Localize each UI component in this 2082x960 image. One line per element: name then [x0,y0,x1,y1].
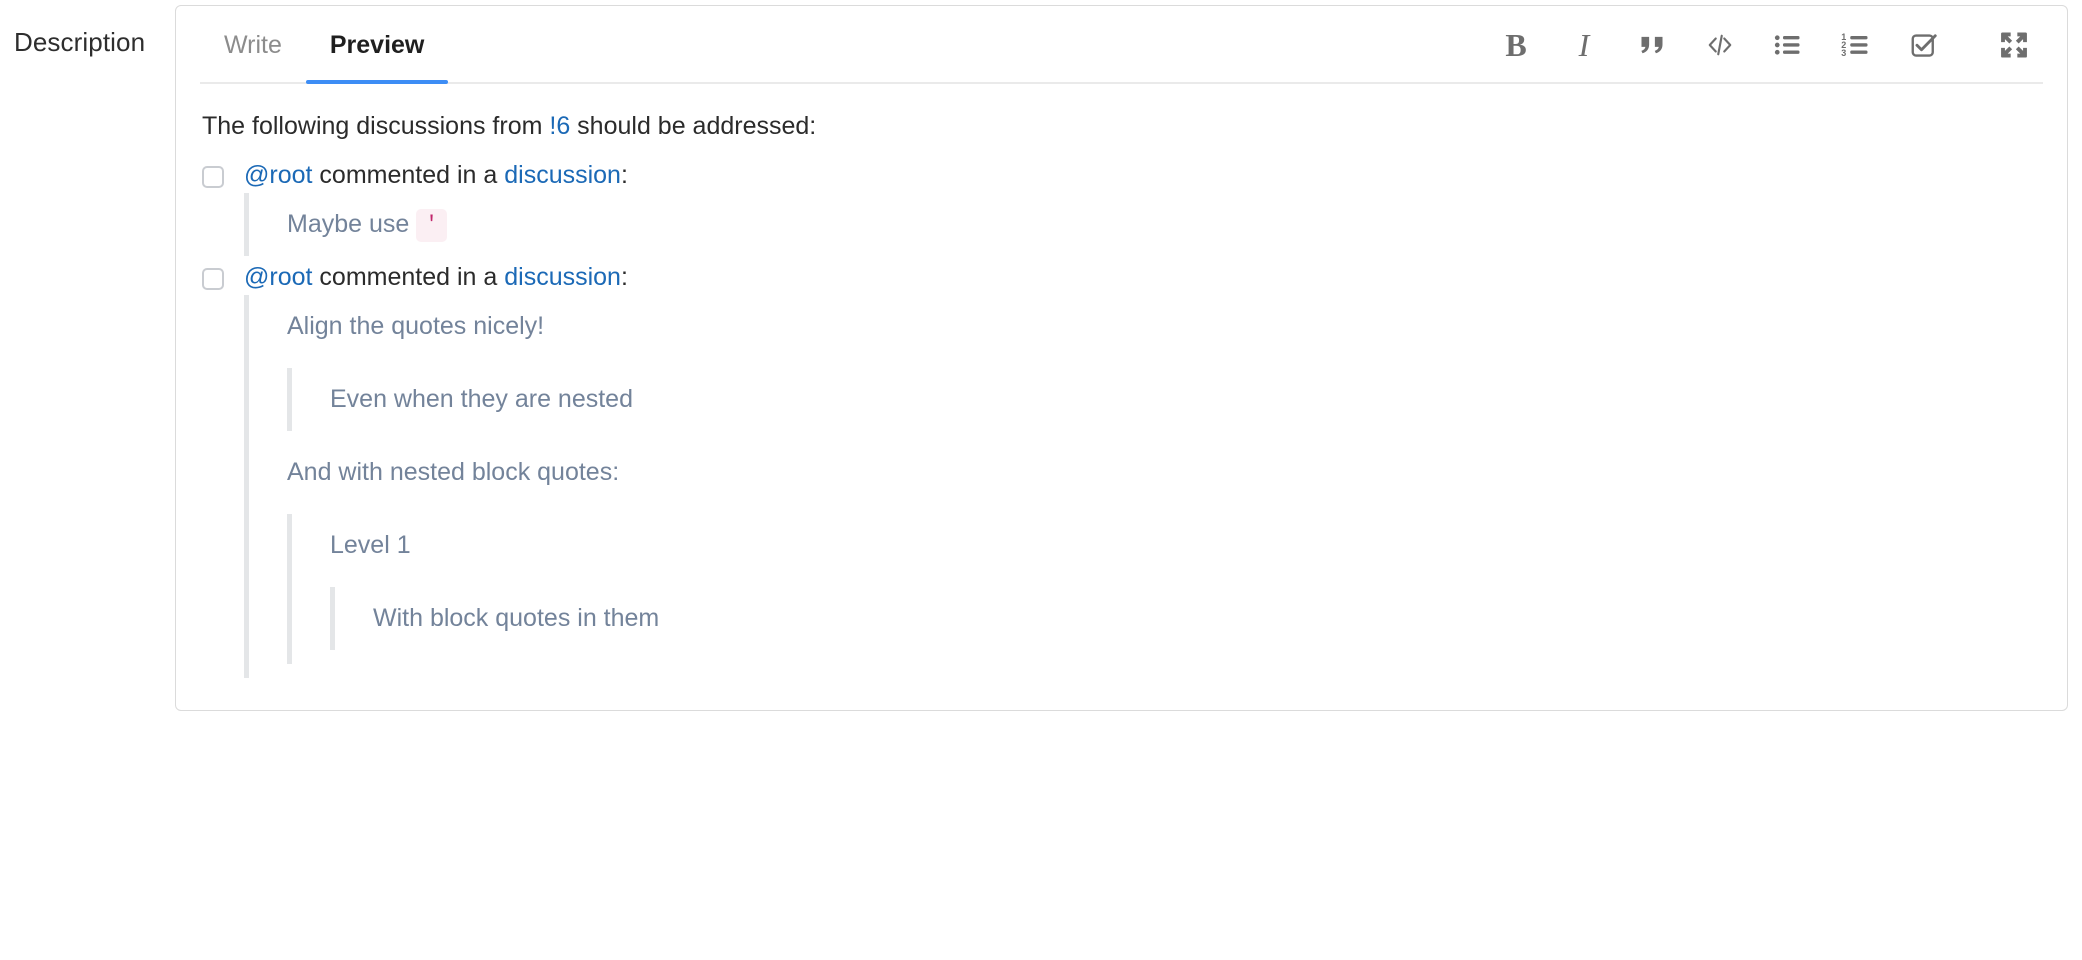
tab-preview[interactable]: Preview [305,6,449,84]
blockquote-2-line-1: Align the quotes nicely! [287,311,545,340]
numbered-list-icon-svg: 1 2 3 [1841,32,1868,58]
svg-text:3: 3 [1841,48,1846,58]
blockquote-2-nested-2-line: Level 1 [330,530,411,559]
italic-icon-glyph: I [1578,27,1590,63]
intro-paragraph: The following discussions from !6 should… [202,110,2037,144]
page-title: Description [14,27,146,57]
merge-request-link[interactable]: !6 [549,112,570,140]
quote-icon-svg [1641,36,1663,54]
blockquote-1: Maybe use ' [244,192,2037,256]
intro-text-before: The following discussions from [202,112,550,140]
list-item: @root commented in a discussion: Align t… [202,260,2037,678]
user-mention-link-1[interactable]: @root [244,161,312,189]
discussion-task-list: @root commented in a discussion: Maybe u… [202,158,2037,678]
fullscreen-icon-svg [2001,32,2027,58]
bullet-list-icon[interactable] [1767,24,1809,66]
task-line-1: @root commented in a discussion: [244,158,2037,193]
italic-icon[interactable]: I [1563,24,1605,66]
markdown-preview-body: The following discussions from !6 should… [176,84,2067,710]
intro-text-after: should be addressed: [570,112,817,140]
task-tail-text-1: : [620,160,628,189]
description-label-column: Description [0,0,175,60]
task-checkbox-1[interactable] [202,165,224,188]
blockquote-2-line-2: And with nested block quotes: [287,457,620,486]
blockquote-2-nested-3: With block quotes in them [330,586,2037,650]
editor-toolbar-row: Write Preview B I 1 2 3 [176,6,2067,84]
task-mid-text-2: commented in a [312,262,505,291]
blockquote-2-nested-1: Even when they are nested [287,367,2037,431]
list-item: @root commented in a discussion: Maybe u… [202,158,2037,256]
task-checkbox-2[interactable] [202,267,224,290]
fullscreen-icon[interactable] [1993,24,2035,66]
bold-icon-glyph: B [1505,27,1527,63]
user-mention-link-2[interactable]: @root [244,263,312,291]
markdown-editor-card: Write Preview B I 1 2 3 The following di… [175,5,2068,711]
code-icon-svg [1708,34,1732,56]
task-line-2: @root commented in a discussion: [244,260,2037,295]
task-mid-text-1: commented in a [312,160,505,189]
quote-icon[interactable] [1631,24,1673,66]
editor-tabs: Write Preview [200,6,448,84]
blockquote-1-paragraph: Maybe use ' [287,207,2037,242]
task-tail-text-2: : [620,262,628,291]
tab-write[interactable]: Write [200,6,306,84]
inline-code-1: ' [416,208,447,242]
blockquote-2: Align the quotes nicely! Even when they … [244,294,2037,678]
description-field-row: Description Write Preview B I 1 2 3 The … [0,0,2082,960]
formatting-toolbar: B I 1 2 3 [1495,24,2043,66]
bullet-list-icon-svg [1774,35,1800,55]
code-icon[interactable] [1699,24,1741,66]
discussion-link-2[interactable]: discussion [504,263,621,291]
task-list-icon-svg [1911,34,1937,57]
task-list-icon[interactable] [1903,24,1945,66]
blockquote-1-text: Maybe use [287,209,417,238]
blockquote-2-nested-3-line: With block quotes in them [373,603,660,632]
blockquote-2-nested-1-line: Even when they are nested [330,384,633,413]
blockquote-2-nested-2: Level 1 With block quotes in them [287,513,2037,664]
bold-icon[interactable]: B [1495,24,1537,66]
numbered-list-icon[interactable]: 1 2 3 [1835,24,1877,66]
discussion-link-1[interactable]: discussion [504,161,621,189]
